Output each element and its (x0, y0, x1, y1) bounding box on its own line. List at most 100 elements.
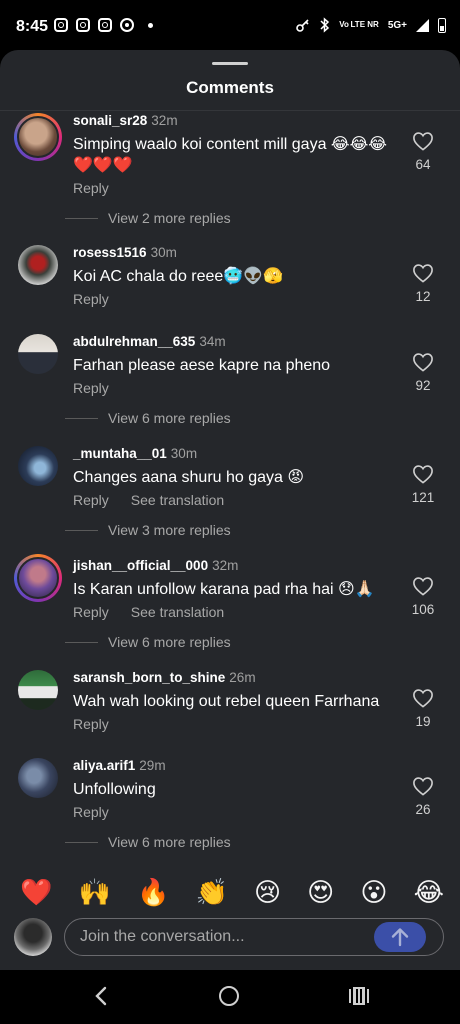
heart-icon (413, 577, 433, 596)
like-button[interactable]: 92 (408, 352, 438, 393)
emoji-reaction-heart-eyes[interactable]: 😍 (307, 877, 334, 908)
volte-icon: Vo LTE NR (339, 20, 379, 29)
comment-username[interactable]: _muntaha__01 (73, 446, 167, 461)
heart-icon (413, 132, 433, 151)
emoji-reaction-wow[interactable]: 😮 (360, 877, 387, 908)
comments-list[interactable]: sonali_sr28 32m Simping waalo koi content… (0, 111, 460, 856)
comment-item: saransh_born_to_shine 26m Wah wah looking… (0, 668, 460, 738)
home-icon[interactable] (219, 986, 239, 1006)
current-user-avatar (14, 918, 52, 956)
comment-item: sonali_sr28 32m Simping waalo koi content… (0, 111, 460, 233)
comment-time: 30m (150, 245, 177, 260)
avatar[interactable] (18, 446, 58, 486)
like-count: 12 (415, 289, 431, 304)
avatar[interactable] (14, 554, 62, 602)
status-bar: 8:45 Vo LTE NR 5G+ (0, 0, 460, 50)
view-more-replies[interactable]: View 6 more replies (65, 834, 231, 850)
comment-username[interactable]: abdulrehman__635 (73, 334, 195, 349)
signal-icon (416, 18, 429, 32)
comment-username[interactable]: rosess1516 (73, 245, 147, 260)
heart-icon (413, 689, 433, 708)
comment-item: aliya.arif1 29m Unfollowing Reply 26 View… (0, 756, 460, 856)
view-more-replies[interactable]: View 6 more replies (65, 410, 231, 426)
notification-icons (54, 18, 153, 32)
comment-time: 32m (212, 558, 239, 573)
reply-button[interactable]: Reply (73, 604, 109, 620)
avatar[interactable] (18, 758, 58, 798)
comment-time: 34m (199, 334, 226, 349)
emoji-reaction-fire[interactable]: 🔥 (137, 877, 169, 908)
like-button[interactable]: 12 (408, 263, 438, 304)
drag-handle[interactable] (212, 62, 248, 65)
comment-time: 26m (229, 670, 256, 685)
send-button[interactable] (374, 922, 426, 952)
comment-time: 29m (139, 758, 166, 773)
notification-dot-icon (148, 22, 153, 28)
heart-icon (413, 465, 433, 484)
comment-text: Farhan please aese kapre na pheno (73, 357, 331, 374)
back-icon[interactable] (94, 986, 108, 1006)
like-count: 26 (415, 802, 431, 817)
instagram-icon (76, 18, 90, 32)
view-more-replies-label: View 6 more replies (108, 834, 231, 850)
status-time: 8:45 (16, 18, 49, 35)
comment-item: jishan__official__000 32m Is Karan unfoll… (0, 554, 460, 676)
arrow-up-icon (391, 928, 409, 947)
see-translation-button[interactable]: See translation (131, 492, 224, 508)
view-more-replies[interactable]: View 3 more replies (65, 522, 231, 538)
system-icons: Vo LTE NR 5G+ (295, 17, 446, 33)
avatar[interactable] (18, 245, 58, 285)
like-button[interactable]: 106 (408, 576, 438, 617)
view-more-replies-label: View 2 more replies (108, 210, 231, 226)
replies-line (65, 417, 98, 419)
reply-button[interactable]: Reply (73, 291, 109, 307)
see-translation-button[interactable]: See translation (131, 604, 224, 620)
avatar[interactable] (14, 113, 62, 161)
comment-text: Koi AC chala do reee🥶👽🫣 (73, 268, 284, 285)
like-button[interactable]: 64 (408, 131, 438, 172)
replies-line (65, 641, 98, 643)
comment-item: _muntaha__01 30m Changes aana shuru ho ga… (0, 444, 460, 564)
reply-button[interactable]: Reply (73, 492, 109, 508)
reply-button[interactable]: Reply (73, 804, 109, 820)
comments-sheet: Comments sonali_sr28 32m Simping waalo ko… (0, 50, 460, 970)
comment-username[interactable]: sonali_sr28 (73, 113, 147, 128)
replies-line (65, 841, 98, 843)
comment-username[interactable]: aliya.arif1 (73, 758, 135, 773)
comment-input[interactable]: Join the conversation... (64, 918, 444, 956)
instagram-icon (98, 18, 112, 32)
emoji-reaction-heart[interactable]: ❤️ (20, 877, 52, 908)
chrome-icon (120, 18, 134, 32)
emoji-reaction-cry[interactable]: 😢 (254, 877, 281, 908)
like-count: 121 (411, 490, 435, 505)
comment-text: Changes aana shuru ho gaya 😡 (73, 469, 305, 486)
avatar[interactable] (18, 334, 58, 374)
view-more-replies[interactable]: View 2 more replies (65, 210, 231, 226)
comment-username[interactable]: saransh_born_to_shine (73, 670, 225, 685)
view-more-replies[interactable]: View 6 more replies (65, 634, 231, 650)
comment-composer: Join the conversation... (0, 916, 460, 970)
emoji-reaction-raised-hands[interactable]: 🙌 (78, 877, 110, 908)
emoji-reaction-clap[interactable]: 👏 (195, 877, 227, 908)
like-button[interactable]: 26 (408, 776, 438, 817)
system-nav-bar (0, 970, 460, 1024)
avatar[interactable] (18, 670, 58, 710)
recents-icon[interactable] (348, 987, 370, 1005)
comment-time: 32m (151, 113, 178, 128)
battery-icon (438, 17, 446, 33)
reply-button[interactable]: Reply (73, 180, 109, 196)
like-count: 106 (411, 602, 435, 617)
comment-text: Unfollowing (73, 781, 156, 798)
comment-username[interactable]: jishan__official__000 (73, 558, 208, 573)
heart-icon (413, 264, 433, 283)
comment-input-placeholder: Join the conversation... (80, 928, 245, 945)
comment-text: Simping waalo koi content mill gaya 😂😂😂❤… (73, 136, 387, 174)
quick-reactions-bar: ❤️ 🙌 🔥 👏 😢 😍 😮 😂 (0, 868, 460, 916)
reply-button[interactable]: Reply (73, 716, 109, 732)
like-button[interactable]: 19 (408, 688, 438, 729)
emoji-reaction-laugh[interactable]: 😂 (414, 877, 444, 908)
replies-line (65, 529, 98, 531)
reply-button[interactable]: Reply (73, 380, 109, 396)
like-button[interactable]: 121 (408, 464, 438, 505)
instagram-icon (54, 18, 68, 32)
